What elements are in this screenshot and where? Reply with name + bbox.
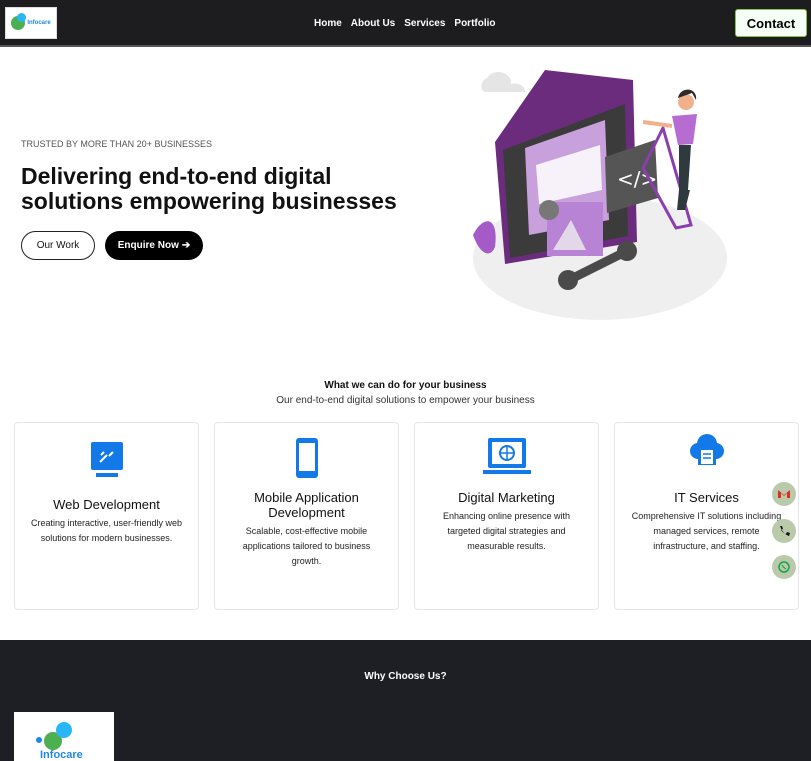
gmail-icon[interactable] — [772, 482, 796, 506]
service-card-it-services[interactable]: IT Services Comprehensive IT solutions i… — [614, 422, 799, 610]
nav-portfolio-link[interactable]: Portfolio — [454, 18, 495, 29]
enquire-now-label: Enquire Now — [117, 240, 179, 251]
digital-marketing-icon — [482, 438, 531, 474]
service-card-description: Comprehensive IT solutions including man… — [631, 511, 782, 551]
web-development-icon — [90, 442, 123, 477]
main-menu: Home About Us Services Portfolio — [314, 18, 496, 29]
service-card-title: Web Development — [53, 497, 160, 512]
trust-text: TRUSTED BY MORE THAN 20+ BUSINESSES — [21, 139, 212, 149]
services-section-subtitle: Our end-to-end digital solutions to empo… — [276, 395, 535, 406]
logo-text: Infocare — [27, 20, 51, 26]
enquire-now-button[interactable]: Enquire Now ➔ — [105, 231, 203, 260]
web-development-illustration: </> — [473, 70, 727, 320]
service-card-title: Digital Marketing — [458, 490, 555, 505]
top-navbar: Infocare Home About Us Services Portfoli… — [0, 0, 811, 47]
service-card-web-development[interactable]: Web Development Creating interactive, us… — [14, 422, 199, 610]
nav-services-link[interactable]: Services — [404, 18, 445, 29]
service-card-description: Enhancing online presence with targeted … — [442, 511, 571, 551]
our-work-label: Our Work — [36, 240, 80, 251]
contact-button[interactable]: Contact — [735, 9, 807, 37]
service-card-digital-marketing[interactable]: Digital Marketing Enhancing online prese… — [414, 422, 599, 610]
cloud-it-icon — [689, 434, 724, 465]
whatsapp-icon[interactable] — [772, 555, 796, 579]
why-choose-us-section — [0, 640, 811, 761]
nav-about-link[interactable]: About Us — [351, 18, 395, 29]
nav-home-link[interactable]: Home — [314, 18, 342, 29]
our-work-button[interactable]: Our Work — [21, 231, 95, 260]
footer-logo[interactable]: Infocare — [14, 712, 114, 761]
svg-text:</>: </> — [617, 167, 657, 191]
hero-title: Delivering end-to-end digital solutions … — [21, 163, 397, 214]
service-card-description: Creating interactive, user-friendly web … — [30, 518, 183, 543]
service-card-description: Scalable, cost-effective mobile applicat… — [242, 526, 371, 566]
footer-logo-text: Infocare — [40, 749, 83, 761]
service-card-mobile-application-development[interactable]: Mobile Application Development Scalable,… — [214, 422, 399, 610]
logo-mark-icon — [11, 13, 27, 30]
infocare-logo[interactable]: Infocare — [5, 7, 57, 39]
why-choose-us-title: Why Choose Us? — [364, 671, 447, 682]
phone-icon[interactable] — [772, 519, 796, 543]
mobile-app-icon — [295, 438, 318, 478]
services-section-title: What we can do for your business — [324, 380, 487, 391]
arrow-right-icon: ➔ — [181, 240, 191, 251]
service-card-title: Mobile Application Development — [254, 490, 359, 520]
service-card-title: IT Services — [674, 490, 739, 505]
